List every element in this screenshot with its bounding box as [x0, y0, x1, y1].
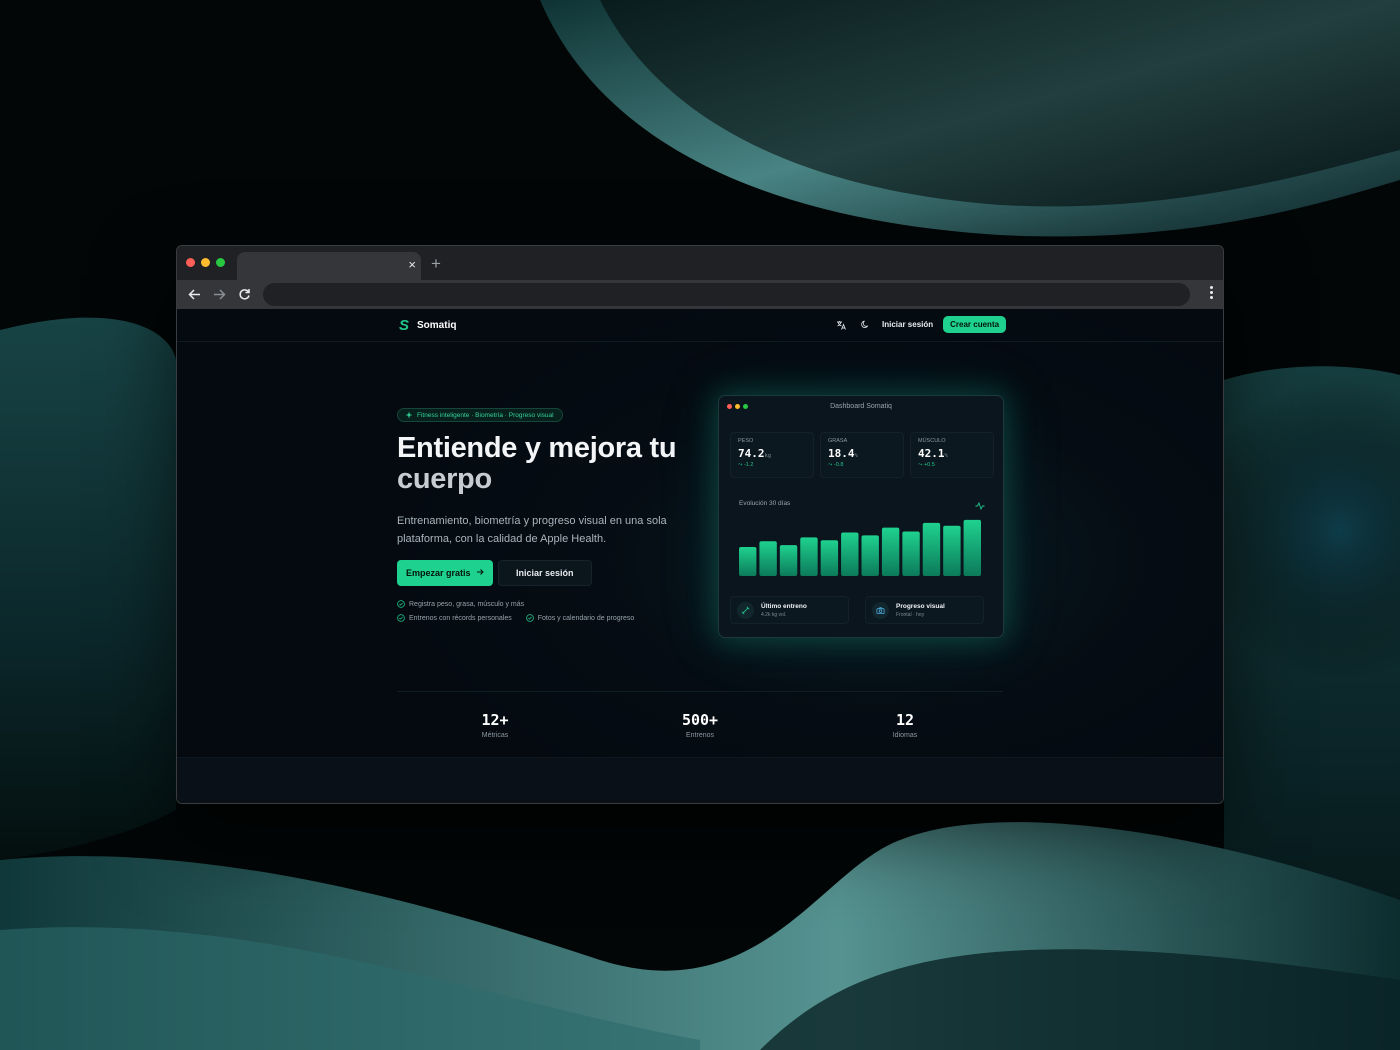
dumbbell-icon: [737, 602, 754, 619]
window-controls: [186, 258, 225, 267]
create-account-button[interactable]: Crear cuenta: [943, 316, 1007, 333]
stat-workouts: 500+ Entrenos: [660, 711, 740, 739]
chart-bar: [861, 535, 879, 576]
metric-label: Músculo: [918, 438, 946, 444]
dashboard-title: Dashboard Somatiq: [830, 403, 892, 410]
stat-value: 12: [895, 711, 915, 729]
top-navigation: S Somatiq Iniciar sesión Crear cuenta: [177, 309, 1223, 342]
stat-label: Métricas: [481, 732, 509, 739]
new-tab-button[interactable]: +: [431, 254, 441, 274]
stat-metrics: 12+ Métricas: [455, 711, 535, 739]
page-viewport: S Somatiq Iniciar sesión Crear cuenta Fi…: [177, 309, 1223, 803]
logo-mark: S: [399, 317, 410, 334]
browser-window: × + S Somatiq Iniciar sesión Crear cuent…: [176, 245, 1224, 804]
hero-title: Entiende y mejora tu cuerpo: [397, 433, 697, 495]
brand-name: Somatiq: [417, 320, 457, 331]
chart-title: Evolución 30 días: [739, 500, 791, 507]
stat-value: 12+: [481, 711, 509, 729]
feature-item: Entrenos con récords personales: [397, 614, 512, 622]
chart-bar: [820, 540, 839, 576]
metric-delta: ⤳ -0.8: [828, 462, 844, 468]
chart-bar: [922, 522, 941, 576]
metric-delta: ⤳ +0.5: [918, 462, 935, 468]
brand-logo[interactable]: S Somatiq: [399, 317, 456, 334]
metric-card-weight: Peso 74.2kg ⤳ -1.2: [730, 432, 814, 478]
visual-progress-card[interactable]: Progreso visual Frontal · hoy: [865, 596, 984, 624]
hero-title-line1: Entiende y mejora tu: [397, 432, 677, 464]
hero-title-line2: cuerpo: [397, 463, 492, 495]
start-free-label: Empezar gratis: [406, 568, 471, 578]
sparkle-icon: [405, 406, 413, 424]
evolution-bar-chart: [739, 519, 981, 576]
chart-bar: [800, 537, 818, 576]
feature-text: Registra peso, grasa, músculo y más: [409, 600, 525, 608]
hero-badge-text: Fitness inteligente · Biometría · Progre…: [417, 411, 554, 419]
card-title: Progreso visual: [896, 603, 945, 610]
chart-bar: [902, 531, 920, 576]
tab-close-icon[interactable]: ×: [408, 258, 416, 272]
camera-icon: [872, 602, 889, 619]
nav-actions: Iniciar sesión Crear cuenta: [834, 316, 1007, 333]
moon-icon[interactable]: [858, 318, 872, 332]
reload-icon[interactable]: [235, 285, 253, 303]
address-bar[interactable]: [263, 283, 1190, 306]
card-subtitle: 4.2k kg vol.: [761, 612, 787, 618]
metric-label: Grasa: [828, 438, 848, 444]
back-arrow-icon[interactable]: [185, 285, 203, 303]
feature-item: Registra peso, grasa, músculo y más: [397, 600, 524, 608]
metric-value: 74.2kg: [738, 447, 772, 460]
hero-login-button[interactable]: Iniciar sesión: [498, 560, 592, 586]
chart-bar: [739, 547, 757, 576]
next-section: [177, 757, 1223, 803]
close-window-button[interactable]: [186, 258, 195, 267]
check-circle-icon: [397, 614, 405, 622]
hero-badge: Fitness inteligente · Biometría · Progre…: [397, 408, 563, 422]
forward-arrow-icon[interactable]: [210, 285, 228, 303]
stat-label: Entrenos: [685, 732, 715, 739]
browser-menu-icon[interactable]: [1210, 286, 1213, 299]
metric-delta: ⤳ -1.2: [738, 462, 754, 468]
card-subtitle: Frontal · hoy: [896, 612, 925, 618]
start-free-button[interactable]: Empezar gratis: [397, 560, 493, 586]
dashboard-preview: Dashboard Somatiq Peso 74.2kg ⤳ -1.2 Gra…: [718, 395, 1004, 638]
check-circle-icon: [397, 600, 405, 608]
hero-subtitle: Entrenamiento, biometría y progreso visu…: [397, 515, 667, 545]
chart-bar: [841, 532, 859, 576]
feature-list: Registra peso, grasa, músculo y más Entr…: [397, 600, 634, 628]
stat-value: 500+: [681, 711, 719, 729]
last-workout-card[interactable]: Último entreno 4.2k kg vol.: [730, 596, 849, 624]
metric-value: 18.4%: [828, 447, 858, 460]
tab-strip: × +: [177, 246, 1223, 280]
feature-text: Fotos y calendario de progreso: [537, 614, 635, 622]
stats-divider: [397, 691, 1003, 692]
chart-bar: [759, 541, 777, 576]
stat-label: Idiomas: [892, 732, 918, 739]
card-title: Último entreno: [761, 603, 807, 610]
stat-languages: 12 Idiomas: [865, 711, 945, 739]
chart-bar: [881, 527, 900, 576]
browser-toolbar: [177, 280, 1223, 309]
arrow-right-icon: [476, 568, 484, 578]
minimize-window-button[interactable]: [201, 258, 210, 267]
metric-card-muscle: Músculo 42.1% ⤳ +0.5: [910, 432, 994, 478]
activity-icon: [975, 497, 985, 515]
login-link[interactable]: Iniciar sesión: [882, 320, 933, 329]
metric-value: 42.1%: [918, 447, 948, 460]
hero-login-label: Iniciar sesión: [516, 568, 574, 578]
browser-tab[interactable]: ×: [237, 252, 421, 280]
translate-icon[interactable]: [834, 318, 848, 332]
maximize-window-button[interactable]: [216, 258, 225, 267]
chart-bar: [779, 545, 798, 576]
check-circle-icon: [525, 614, 534, 622]
chart-bar: [943, 525, 961, 576]
feature-item: Fotos y calendario de progreso: [525, 614, 635, 622]
metric-label: Peso: [738, 438, 754, 444]
metric-card-fat: Grasa 18.4% ⤳ -0.8: [820, 432, 904, 478]
chart-bar: [963, 519, 981, 576]
feature-text: Entrenos con récords personales: [409, 614, 512, 622]
